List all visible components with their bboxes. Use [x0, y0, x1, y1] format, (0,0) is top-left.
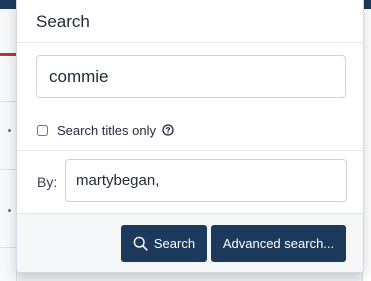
- list-bullet: [8, 129, 11, 132]
- divider: [0, 169, 16, 170]
- search-button-label: Search: [153, 236, 196, 251]
- search-popup: Search Search titles only By: Search: [16, 0, 364, 273]
- advanced-search-button[interactable]: Advanced search...: [211, 225, 346, 262]
- popup-title: Search: [36, 12, 90, 31]
- search-titles-only-row[interactable]: Search titles only: [37, 121, 174, 139]
- search-button[interactable]: Search: [121, 225, 207, 262]
- popup-header: Search: [17, 0, 363, 43]
- list-bullet: [8, 209, 11, 212]
- divider: [17, 150, 363, 151]
- search-icon: [133, 236, 148, 251]
- search-titles-only-label[interactable]: Search titles only: [57, 123, 156, 138]
- by-label: By:: [37, 174, 58, 190]
- active-tab-indicator: [0, 53, 16, 56]
- search-titles-only-checkbox[interactable]: [37, 124, 48, 136]
- question-circle-icon[interactable]: [162, 124, 174, 136]
- background-page-strip: [0, 9, 17, 281]
- divider: [0, 101, 16, 102]
- search-query-input[interactable]: [36, 55, 346, 98]
- advanced-search-button-label: Advanced search...: [222, 236, 335, 251]
- popup-footer: Search Advanced search...: [17, 213, 363, 272]
- by-member-input[interactable]: [65, 159, 347, 202]
- divider: [0, 247, 16, 248]
